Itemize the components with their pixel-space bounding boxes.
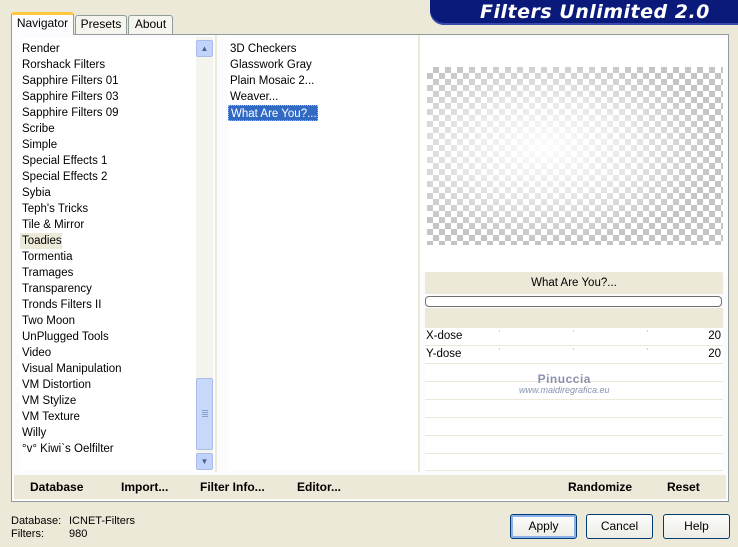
filter-item[interactable]: 3D Checkers bbox=[228, 41, 296, 57]
tab-about[interactable]: About bbox=[128, 15, 173, 34]
panel-action-bar: Database Import... Filter Info... Editor… bbox=[14, 475, 726, 499]
param-row-empty bbox=[425, 454, 723, 471]
category-item[interactable]: Teph's Tricks bbox=[20, 201, 88, 217]
category-item[interactable]: Special Effects 1 bbox=[20, 153, 107, 169]
category-item[interactable]: Tile & Mirror bbox=[20, 217, 84, 233]
param-row-empty bbox=[425, 400, 723, 418]
category-item[interactable]: °v° Kiwi`s Oelfilter bbox=[20, 441, 114, 457]
filter-item[interactable]: Glasswork Gray bbox=[228, 57, 312, 73]
tab-navigator[interactable]: Navigator bbox=[11, 12, 74, 35]
param-value: 20 bbox=[708, 348, 721, 360]
filter-item[interactable]: Weaver... bbox=[228, 89, 278, 105]
tab-presets[interactable]: Presets bbox=[75, 15, 127, 34]
watermark: Pinuccia www.maidiregrafica.eu bbox=[519, 372, 610, 395]
category-item[interactable]: Simple bbox=[20, 137, 57, 153]
category-item[interactable]: Sapphire Filters 01 bbox=[20, 73, 119, 89]
category-item[interactable]: Willy bbox=[20, 425, 46, 441]
category-item[interactable]: Rorshack Filters bbox=[20, 57, 105, 73]
chevron-up-icon: ▲ bbox=[200, 44, 209, 53]
param-label: X-dose bbox=[426, 330, 463, 342]
filter-info-button[interactable]: Filter Info... bbox=[200, 475, 265, 499]
filter-list[interactable]: 3D Checkers Glasswork Gray Plain Mosaic 2.… bbox=[228, 38, 418, 470]
category-item[interactable]: Tramages bbox=[20, 265, 73, 281]
progress-bar bbox=[425, 296, 722, 307]
scroll-up-button[interactable]: ▲ bbox=[196, 40, 213, 57]
column-divider bbox=[215, 35, 217, 472]
filter-item[interactable]: What Are You?... bbox=[228, 105, 318, 121]
param-row-x-dose[interactable]: X-dose 20 bbox=[425, 328, 723, 346]
category-item[interactable]: Sybia bbox=[20, 185, 51, 201]
editor-button[interactable]: Editor... bbox=[297, 475, 341, 499]
import-button[interactable]: Import... bbox=[121, 475, 168, 499]
grip-icon bbox=[202, 410, 208, 418]
filter-item[interactable]: Plain Mosaic 2... bbox=[228, 73, 314, 89]
category-item[interactable]: Visual Manipulation bbox=[20, 361, 122, 377]
category-item[interactable]: Tormentia bbox=[20, 249, 73, 265]
status-database: Database: ICNET-Filters bbox=[11, 515, 171, 529]
category-item[interactable]: Tronds Filters II bbox=[20, 297, 101, 313]
category-item[interactable]: Toadies bbox=[20, 233, 62, 249]
status-filters: Filters: 980 bbox=[11, 528, 171, 542]
category-item[interactable]: Two Moon bbox=[20, 313, 75, 329]
category-scrollbar[interactable]: ▲ ▼ bbox=[196, 37, 213, 470]
help-button[interactable]: Help bbox=[663, 514, 730, 539]
param-value: 20 bbox=[708, 330, 721, 342]
category-item[interactable]: Video bbox=[20, 345, 51, 361]
category-item[interactable]: Scribe bbox=[20, 121, 55, 137]
status-filters-label: Filters: bbox=[11, 528, 44, 540]
category-item[interactable]: Transparency bbox=[20, 281, 92, 297]
category-item[interactable]: UnPlugged Tools bbox=[20, 329, 109, 345]
category-item[interactable]: Sapphire Filters 03 bbox=[20, 89, 119, 105]
banner-title: Filters Unlimited 2.0 bbox=[480, 1, 710, 23]
category-item[interactable]: VM Distortion bbox=[20, 377, 91, 393]
category-item[interactable]: VM Stylize bbox=[20, 393, 76, 409]
scroll-down-button[interactable]: ▼ bbox=[196, 453, 213, 470]
category-item[interactable]: Sapphire Filters 09 bbox=[20, 105, 119, 121]
param-row-empty bbox=[425, 418, 723, 436]
randomize-button[interactable]: Randomize bbox=[568, 475, 632, 499]
status-database-label: Database: bbox=[11, 515, 62, 527]
navigator-panel: Render Rorshack Filters Sapphire Filters 0… bbox=[11, 34, 729, 502]
chevron-down-icon: ▼ bbox=[200, 457, 209, 466]
reset-button[interactable]: Reset bbox=[667, 475, 700, 499]
param-row-y-dose[interactable]: Y-dose 20 bbox=[425, 346, 723, 364]
title-banner: Filters Unlimited 2.0 bbox=[430, 0, 738, 25]
category-item[interactable]: Render bbox=[20, 41, 60, 57]
watermark-name: Pinuccia bbox=[537, 372, 591, 386]
apply-button[interactable]: Apply bbox=[510, 514, 577, 539]
preview-fade bbox=[427, 67, 723, 245]
params-spacer bbox=[425, 308, 723, 328]
status-database-value: ICNET-Filters bbox=[69, 515, 135, 527]
scroll-thumb[interactable] bbox=[196, 378, 213, 450]
cancel-button[interactable]: Cancel bbox=[586, 514, 653, 539]
param-row-empty bbox=[425, 436, 723, 454]
category-list[interactable]: Render Rorshack Filters Sapphire Filters 0… bbox=[20, 38, 196, 470]
database-button[interactable]: Database bbox=[30, 475, 83, 499]
status-filters-value: 980 bbox=[69, 528, 88, 540]
param-label: Y-dose bbox=[426, 348, 462, 360]
category-item[interactable]: VM Texture bbox=[20, 409, 80, 425]
category-item[interactable]: Special Effects 2 bbox=[20, 169, 107, 185]
filter-name-label: What Are You?... bbox=[425, 272, 723, 294]
preview-area bbox=[420, 38, 728, 274]
watermark-url: www.maidiregrafica.eu bbox=[519, 385, 610, 395]
